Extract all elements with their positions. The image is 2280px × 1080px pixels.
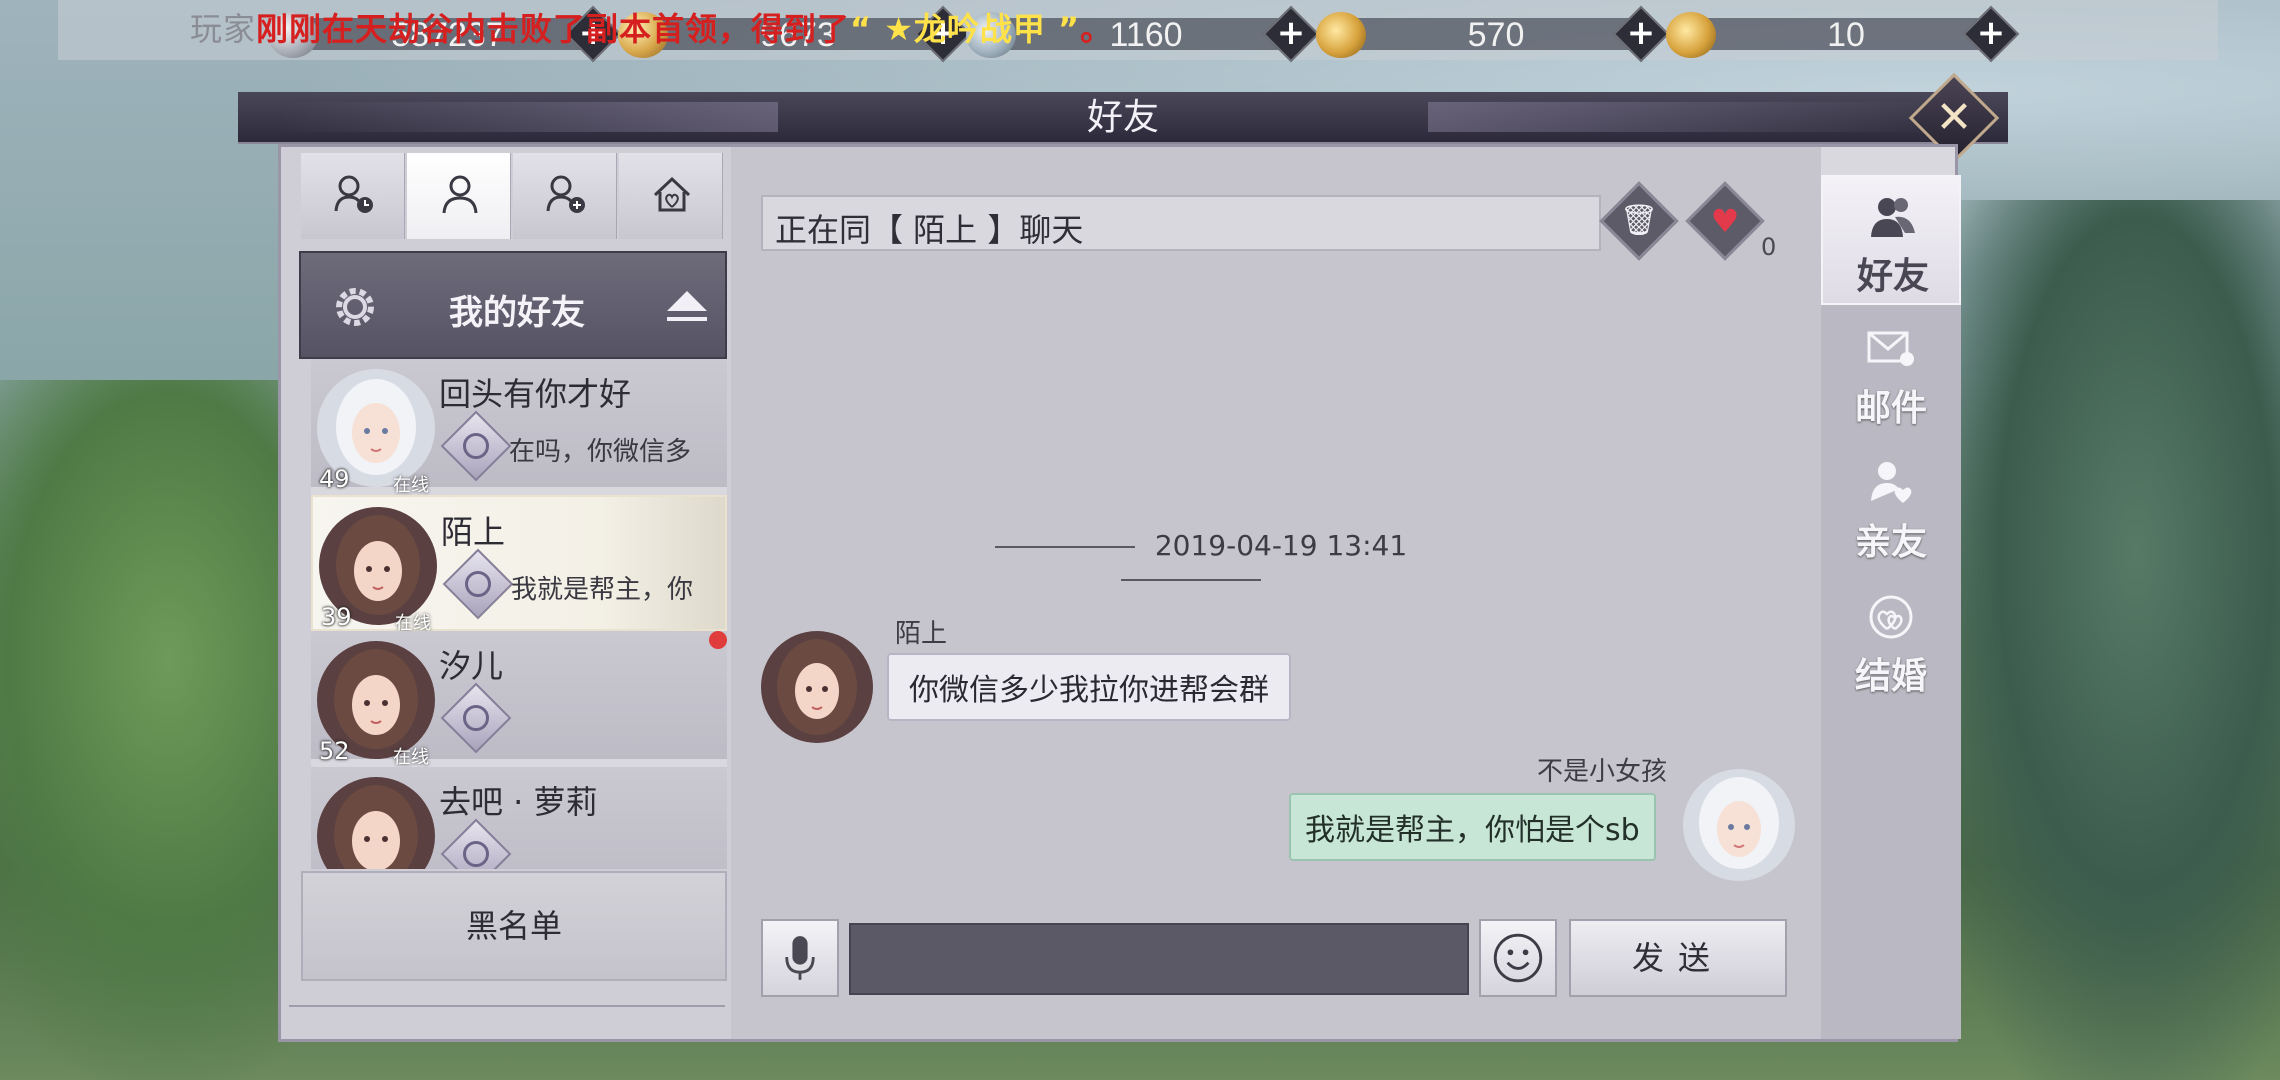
resource-value: 570 [1467, 16, 1525, 54]
nav-friends[interactable]: 好友 [1821, 175, 1961, 305]
smiley-icon [1493, 933, 1543, 983]
friend-list: 49 在线 回头有你才好 在吗，你微信多 39 在线 陌上 我就是帮主，你 52… [311, 359, 727, 869]
right-nav: 好友 邮件 亲友 结婚 [1821, 175, 1961, 1039]
gold-ingot-icon [1666, 12, 1716, 58]
friend-item-selected[interactable]: 39 在线 陌上 我就是帮主，你 [311, 495, 727, 634]
message-sender: 陌上 [895, 619, 948, 649]
add-friend-icon [546, 175, 585, 213]
broadcast-item: “ ★龙吟战甲 ” [850, 10, 1081, 48]
tab-recent-contacts[interactable] [301, 153, 405, 239]
system-broadcast: 玩家刚刚在天劫谷内击败了副本首领，得到了“ ★龙吟战甲 ”。 [190, 4, 1113, 50]
chat-header-text: 正在同【 陌上 】聊天 [775, 211, 1084, 249]
send-button[interactable]: 发送 [1569, 919, 1787, 997]
tab-add-friend[interactable] [513, 153, 617, 239]
broadcast-suffix: 。 [1080, 10, 1114, 48]
friend-level: 49 [319, 465, 350, 493]
friend-item[interactable]: 去吧 · 萝莉 [311, 767, 727, 869]
panel-title: 好友 [1086, 97, 1159, 138]
friend-level: 39 [321, 603, 352, 631]
relatives-icon [1871, 462, 1912, 503]
voice-button[interactable] [761, 919, 839, 997]
class-badge-icon [440, 410, 512, 482]
home-icon [653, 176, 691, 212]
plus-icon: + [1976, 13, 2006, 53]
tab-friends[interactable] [407, 153, 511, 239]
close-icon: ✕ [1935, 92, 1973, 143]
friends-icon [442, 175, 478, 214]
friend-tabs [301, 153, 723, 239]
avatar [317, 777, 435, 869]
locked-gold-ingot-icon [1316, 12, 1366, 58]
friend-status: 在线 [393, 475, 429, 496]
friend-status: 在线 [393, 747, 429, 768]
class-badge-icon [440, 682, 512, 754]
friends-icon [1871, 198, 1915, 237]
friend-name: 回头有你才好 [439, 375, 632, 413]
friend-item[interactable]: 52 在线 汐儿 [311, 631, 727, 768]
blacklist-button[interactable]: 黑名单 [301, 871, 727, 981]
message-sender: 不是小女孩 [1536, 757, 1667, 787]
friend-name: 汐儿 [439, 647, 504, 685]
unread-dot [709, 631, 727, 649]
broadcast-prefix: 玩家 [190, 10, 257, 48]
plus-icon: + [1626, 13, 1656, 53]
class-badge-icon [442, 548, 514, 620]
nav-label: 结婚 [1854, 656, 1927, 697]
collapse-arrow-icon [667, 291, 707, 311]
intimacy-button[interactable]: ♥ [1685, 181, 1765, 261]
friend-name: 陌上 [441, 513, 506, 551]
marriage-icon [1869, 595, 1913, 639]
message-bubble-incoming: 你微信多少我拉你进帮会群 [887, 653, 1291, 721]
friend-item[interactable]: 49 在线 回头有你才好 在吗，你微信多 [311, 359, 727, 496]
plus-icon: + [1276, 13, 1306, 53]
friend-last-message: 在吗，你微信多 [509, 437, 692, 467]
nav-label: 好友 [1856, 256, 1929, 297]
friends-sidebar: 我的好友 49 在线 回头有你才好 在吗，你微信多 39 在线 陌上 我就是帮主… [281, 147, 731, 1039]
class-badge-icon [440, 818, 512, 869]
nav-mail[interactable]: 邮件 [1821, 309, 1961, 439]
add-locked-ingot-button[interactable]: + [1612, 5, 1670, 63]
my-friends-group-header[interactable]: 我的好友 [299, 251, 727, 359]
recent-contacts-icon [334, 175, 373, 213]
mail-icon [1867, 331, 1914, 366]
chat-timestamp: 2019-04-19 13:41 [891, 529, 1491, 595]
resource-value: 10 [1827, 16, 1865, 54]
nav-relatives[interactable]: 亲友 [1821, 443, 1961, 573]
friends-panel: 好友 ✕ 我的好友 49 在线 回头有你才好 在吗，你微信多 39 在线 陌上 … [238, 72, 2008, 1042]
microphone-icon [785, 936, 815, 980]
friend-name: 去吧 · 萝莉 [439, 783, 598, 821]
avatar[interactable] [761, 631, 873, 743]
group-title: 我的好友 [449, 293, 585, 333]
chat-input-row: 发送 [761, 919, 1821, 999]
intimacy-count: 0 [1761, 233, 1777, 261]
emoji-button[interactable] [1479, 919, 1557, 997]
panel-title-bar: 好友 [238, 92, 2008, 144]
friend-last-message: 我就是帮主，你 [511, 575, 694, 605]
trash-icon: 🗑 [1619, 203, 1659, 238]
nav-label: 邮件 [1854, 388, 1927, 429]
add-silver-ingot-button[interactable]: + [1262, 5, 1320, 63]
nav-marriage[interactable]: 结婚 [1821, 577, 1961, 707]
divider [289, 1005, 725, 1007]
chat-area: 正在同【 陌上 】聊天 🗑 ♥ 0 2019-04-19 13:41 陌上 你微… [731, 147, 1821, 1039]
message-bubble-outgoing: 我就是帮主，你怕是个sb [1289, 793, 1656, 861]
gear-icon[interactable] [329, 281, 381, 333]
avatar[interactable] [1683, 769, 1795, 881]
timestamp-text: 2019-04-19 13:41 [1154, 529, 1408, 562]
add-gold-ingot-button[interactable]: + [1962, 5, 2020, 63]
message-input[interactable] [849, 923, 1469, 995]
nav-label: 亲友 [1854, 522, 1927, 563]
delete-chat-button[interactable]: 🗑 [1599, 181, 1679, 261]
chat-header: 正在同【 陌上 】聊天 [761, 195, 1601, 251]
tab-home[interactable] [619, 153, 723, 239]
panel-body: 我的好友 49 在线 回头有你才好 在吗，你微信多 39 在线 陌上 我就是帮主… [278, 144, 1961, 1042]
broadcast-text: 刚刚在天劫谷内击败了副本首领，得到了 [256, 10, 851, 48]
heart-icon: ♥ [1710, 202, 1740, 240]
friend-level: 52 [319, 737, 350, 765]
